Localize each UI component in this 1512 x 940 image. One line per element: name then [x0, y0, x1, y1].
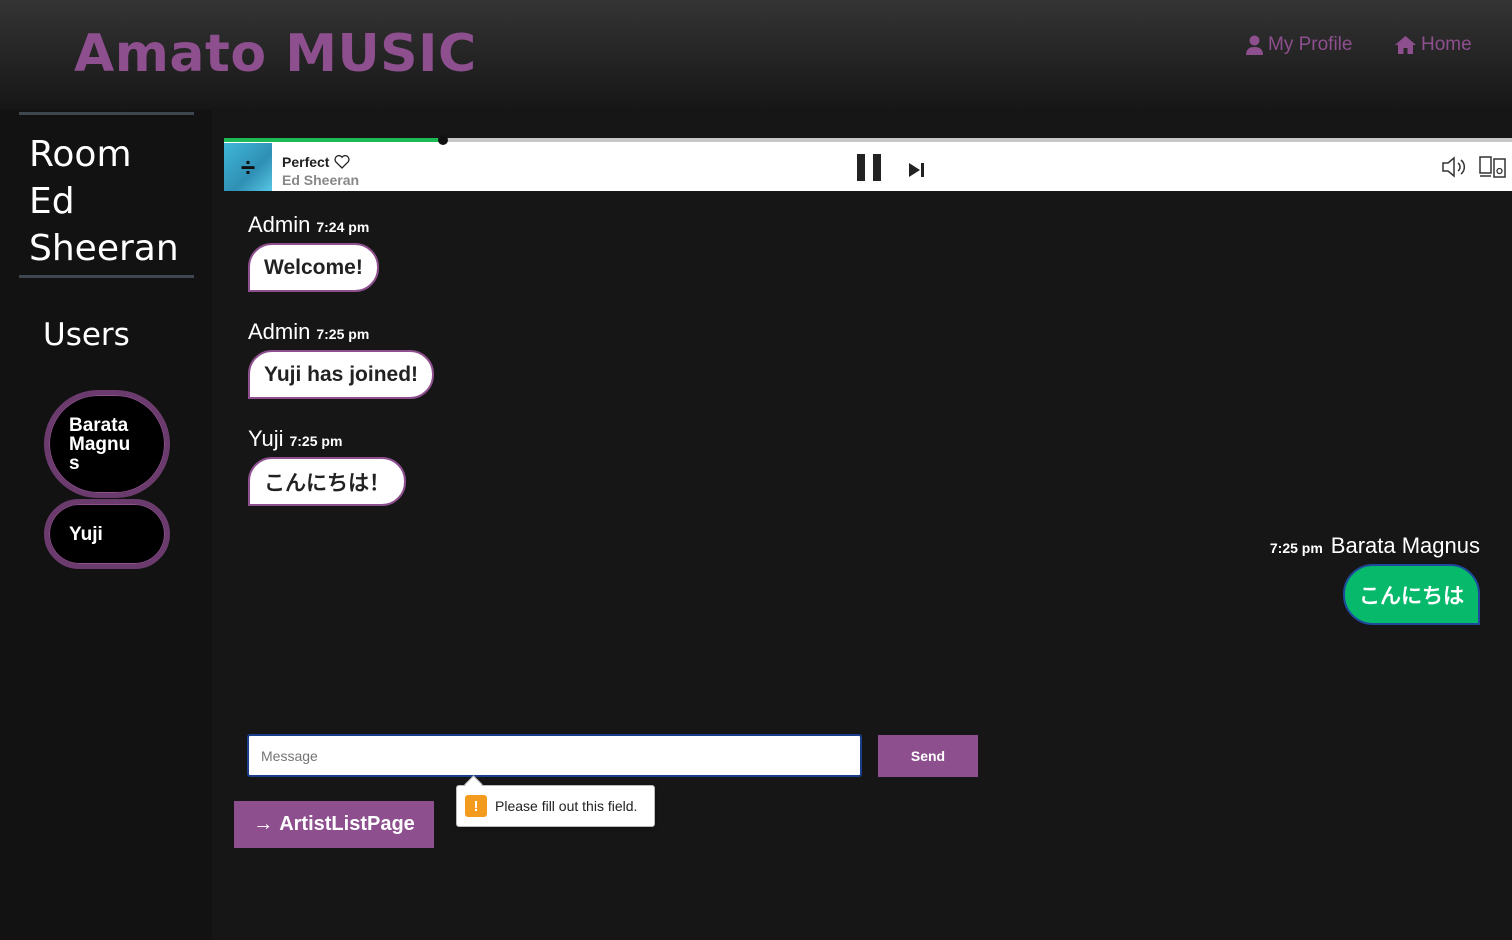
room-title-line: Ed	[29, 181, 75, 222]
track-info: Perfect	[282, 154, 351, 170]
artist-list-page-label: ArtistListPage	[279, 813, 415, 835]
own-message-bubble: こんにちは	[1343, 564, 1480, 625]
send-button[interactable]: Send	[878, 735, 978, 777]
room-title-line: Room	[29, 134, 132, 175]
brand-logo[interactable]: Amato MUSIC	[74, 24, 477, 84]
pause-icon	[873, 154, 881, 181]
app-header: Amato MUSIC My Profile Home	[0, 0, 1512, 110]
heart-icon[interactable]	[334, 155, 351, 169]
track-title: Perfect	[282, 154, 330, 170]
room-title: Room Ed Sheeran	[19, 112, 194, 278]
message-header: Yuji 7:25 pm	[248, 426, 342, 452]
user-name: Yuji	[69, 523, 103, 545]
message-time: 7:25 pm	[316, 326, 370, 342]
music-player: ÷ Perfect Ed Sheeran	[224, 135, 1512, 191]
pause-button[interactable]	[857, 154, 881, 181]
message-header: Admin 7:24 pm	[248, 212, 369, 238]
message-time: 7:25 pm	[289, 433, 343, 449]
skip-next-icon[interactable]	[909, 163, 925, 177]
album-art: ÷	[224, 143, 272, 191]
message-author: Admin	[248, 212, 311, 237]
validation-tooltip: ! Please fill out this field.	[456, 785, 655, 827]
message-bubble: こんにちは！	[248, 457, 406, 506]
nav-my-profile[interactable]: My Profile	[1246, 34, 1352, 56]
sidebar: Room Ed Sheeran Users Barata Magnus Yuji	[0, 110, 212, 940]
home-icon	[1395, 36, 1416, 54]
nav-my-profile-label: My Profile	[1268, 34, 1353, 55]
user-item-barata-magnus: Barata Magnus	[44, 390, 170, 498]
arrow-right-icon: →	[253, 813, 274, 835]
pause-icon	[857, 154, 865, 181]
track-artist[interactable]: Ed Sheeran	[282, 172, 359, 188]
progress-handle[interactable]	[437, 135, 448, 145]
message-input[interactable]	[247, 734, 862, 777]
progress-bar[interactable]	[224, 135, 1512, 145]
user-item-yuji: Yuji	[44, 499, 170, 569]
message-time: 7:24 pm	[316, 219, 370, 235]
user-icon	[1246, 35, 1263, 55]
album-art-symbol: ÷	[240, 152, 256, 182]
message-header: Admin 7:25 pm	[248, 319, 369, 345]
progress-fill	[224, 138, 443, 142]
devices-icon[interactable]	[1479, 156, 1507, 178]
room-title-line: Sheeran	[29, 228, 179, 269]
warning-icon: !	[465, 795, 487, 817]
message-author: Barata Magnus	[1330, 533, 1480, 558]
message-time: 7:25 pm	[1269, 540, 1323, 556]
nav-home[interactable]: Home	[1395, 34, 1472, 56]
message-author: Yuji	[248, 426, 284, 451]
artist-list-page-button[interactable]: → ArtistListPage	[234, 801, 434, 848]
message-author: Admin	[248, 319, 311, 344]
validation-message: Please fill out this field.	[495, 798, 638, 814]
users-heading: Users	[43, 317, 130, 353]
nav-home-label: Home	[1421, 34, 1472, 55]
message-bubble: Yuji has joined!	[248, 350, 435, 399]
volume-icon[interactable]	[1441, 156, 1469, 178]
message-header-own: 7:25 pm Barata Magnus	[1270, 533, 1480, 559]
message-bubble: Welcome!	[248, 243, 379, 292]
user-name: Barata Magnus	[69, 414, 131, 474]
